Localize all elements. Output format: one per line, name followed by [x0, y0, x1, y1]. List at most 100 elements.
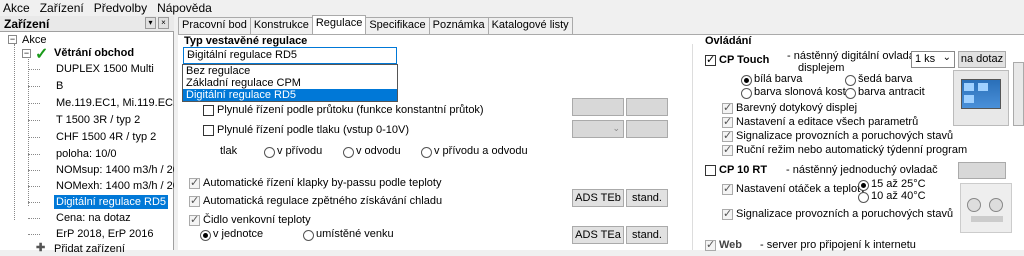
pressure-exhaust-label: v odvodu [356, 145, 401, 157]
collapse-icon[interactable]: − [22, 49, 31, 58]
pressure-both-radio[interactable] [421, 147, 432, 158]
tree-item[interactable]: NOMsup: 1400 m3/h / 200 Pa [56, 163, 174, 177]
web-desc: - server pro připojení k internetu [760, 239, 916, 251]
tree-item[interactable]: CHF 1500 4R / typ 2 [56, 130, 156, 144]
tree-item[interactable]: poloha: 10/0 [56, 147, 117, 161]
regulation-type-select[interactable]: Digitální regulace RD5 ⌄ [183, 47, 397, 64]
temp-10-40-radio[interactable] [858, 192, 869, 203]
temp-15-25-label: 15 až 25°C [871, 178, 926, 190]
tree-item-selected[interactable]: Digitální regulace RD5 [54, 195, 169, 209]
cp-touch-desc: - nástěnný digitální ovladač s [787, 50, 929, 62]
menu-napoveda[interactable]: Nápověda [157, 1, 212, 15]
feature-label: Signalizace provozních a poruchových sta… [736, 130, 954, 142]
tab-bar: Pracovní bod Konstrukce Regulace Specifi… [178, 15, 573, 34]
flow-control-label: Plynulé řízení podle průtoku (funkce kon… [217, 104, 484, 116]
color-ivory-radio[interactable] [741, 88, 752, 99]
tab-poznamka[interactable]: Poznámka [428, 17, 489, 34]
color-grey-label: šedá barva [858, 73, 913, 85]
outdoor-label: umístěné venku [316, 228, 394, 240]
add-device-link[interactable]: Přidat zařízení [54, 242, 125, 256]
pressure-label: tlak [220, 145, 238, 157]
tree-item[interactable]: Me.119.EC1, Mi.119.EC1 [56, 96, 174, 110]
flow-button-1 [572, 98, 624, 116]
tree-item[interactable]: DUPLEX 1500 Multi [56, 62, 154, 76]
color-ivory-label: barva slonová kost [754, 86, 846, 98]
cp10-setting-label: Nastavení otáček a teploty [736, 183, 866, 195]
cp10-signal-checkbox [722, 207, 733, 220]
menu-zarizeni[interactable]: Zařízení [40, 1, 84, 15]
outdoor-sensor-label: Čidlo venkovní teploty [203, 214, 311, 226]
feature-checkbox [722, 129, 733, 142]
pressure-both-label: v přívodu a odvodu [434, 145, 528, 157]
cp-touch-label: CP Touch [719, 54, 770, 66]
in-unit-radio[interactable] [200, 230, 211, 241]
tab-katalogove-listy[interactable]: Katalogové listy [487, 17, 573, 34]
panel-header: Zařízení ▾ × [0, 16, 174, 32]
cp10-image [960, 183, 1012, 233]
tree-item[interactable]: Cena: na dotaz [56, 211, 131, 225]
collapse-icon[interactable]: − [8, 35, 17, 44]
tree-item[interactable]: B [56, 79, 63, 93]
flow-button-2 [626, 98, 668, 116]
stand-button-1[interactable]: stand. [626, 189, 668, 207]
color-grey-radio[interactable] [845, 75, 856, 86]
menu-akce[interactable]: Akce [3, 1, 30, 15]
pin-icon[interactable]: ▾ [145, 17, 156, 29]
color-anthracite-radio[interactable] [845, 88, 856, 99]
temp-15-25-radio[interactable] [858, 180, 869, 191]
tree-device[interactable]: Větrání obchod [54, 46, 134, 60]
cp10-signal-label: Signalizace provozních a poruchových sta… [736, 208, 954, 220]
quantity-select[interactable]: 1 ks ⌄ [911, 51, 955, 68]
outdoor-sensor-checkbox[interactable] [189, 213, 200, 226]
add-icon[interactable]: ✚ [36, 241, 45, 254]
tree-item[interactable]: T 1500 3R / typ 2 [56, 113, 140, 127]
flow-control-checkbox[interactable] [203, 105, 214, 116]
ads-tea-button[interactable]: ADS TEa [572, 226, 624, 244]
temp-10-40-label: 10 až 40°C [871, 190, 926, 202]
controls-title: Ovládání [705, 35, 752, 47]
menu-bar: Akce Zařízení Předvolby Nápověda [0, 0, 1024, 16]
bypass-label: Automatické řízení klapky by-passu podle… [203, 177, 442, 189]
color-white-radio[interactable] [741, 75, 752, 86]
chevron-down-icon: ⌄ [942, 52, 951, 63]
scrollbar[interactable] [1013, 62, 1024, 126]
cp-touch-checkbox[interactable] [705, 53, 716, 66]
tree-item[interactable]: ErP 2018, ErP 2016 [56, 227, 153, 241]
dropdown-option[interactable]: Základní regulace CPM [183, 77, 397, 89]
web-checkbox[interactable] [705, 238, 716, 251]
cp10-setting-checkbox [722, 182, 733, 195]
pressure-control-checkbox[interactable] [203, 125, 214, 136]
tab-specifikace[interactable]: Specifikace [365, 17, 430, 34]
menu-predvolby[interactable]: Předvolby [94, 1, 147, 15]
tab-pracovni-bod[interactable]: Pracovní bod [178, 17, 251, 34]
cp10-checkbox[interactable] [705, 165, 716, 176]
dropdown-option[interactable]: Bez regulace [183, 65, 397, 77]
web-label: Web [719, 239, 743, 251]
dropdown-option-selected[interactable]: Digitální regulace RD5 [183, 89, 397, 101]
panel-title: Zařízení [4, 17, 50, 31]
feature-label: Barevný dotykový displej [736, 102, 858, 114]
ads-teb-button[interactable]: ADS TEb [572, 189, 624, 207]
stand-button-2[interactable]: stand. [626, 226, 668, 244]
cp10-label: CP 10 RT [719, 164, 768, 176]
regulation-dropdown-list: Bez regulace Základní regulace CPM Digit… [182, 64, 398, 102]
pressure-select: ⌄ [572, 120, 624, 138]
outdoor-radio[interactable] [303, 230, 314, 241]
pressure-button [626, 120, 668, 138]
feature-checkbox [722, 143, 733, 156]
regulation-type-label: Typ vestavěné regulace [184, 35, 308, 47]
bypass-checkbox[interactable] [189, 176, 200, 189]
pressure-supply-radio[interactable] [264, 147, 275, 158]
tree-item[interactable]: NOMexh: 1400 m3/h / 200 Pa [56, 179, 174, 193]
close-icon[interactable]: × [158, 17, 169, 29]
in-unit-label: v jednotce [213, 228, 264, 240]
na-dotaz-button[interactable]: na dotaz [958, 51, 1006, 68]
feature-checkbox [722, 101, 733, 114]
recovery-checkbox[interactable] [189, 194, 200, 207]
feature-checkbox [722, 115, 733, 128]
chevron-down-icon: ⌄ [187, 48, 196, 59]
pressure-supply-label: v přívodu [277, 145, 323, 157]
pressure-exhaust-radio[interactable] [343, 147, 354, 158]
tab-regulace[interactable]: Regulace [311, 15, 367, 34]
tab-konstrukce[interactable]: Konstrukce [249, 17, 313, 34]
